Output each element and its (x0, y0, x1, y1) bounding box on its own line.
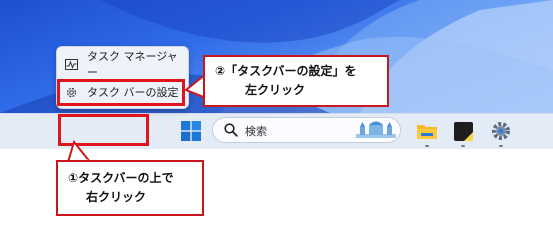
search-highlight-icon (356, 121, 396, 138)
task-manager-icon (65, 58, 78, 71)
search-icon (224, 123, 238, 137)
windows-logo-icon (181, 121, 201, 141)
menu-item-task-manager[interactable]: タスク マネージャー (65, 50, 188, 79)
callout-text: ①タスクバーの上で (68, 171, 174, 185)
callout-step1: ①タスクバーの上で 右クリック (56, 160, 204, 216)
settings-button[interactable] (488, 118, 514, 144)
menu-item-label: タスク マネージャー (87, 50, 178, 79)
search-placeholder: 検索 (245, 125, 267, 138)
callout-pointer (66, 140, 92, 162)
callout-text: ②「タスクバーの設定」を (215, 64, 357, 78)
folder-icon (417, 125, 437, 139)
callout-text: 右クリック (86, 190, 147, 204)
running-indicator (461, 145, 465, 147)
file-explorer-button[interactable] (414, 118, 440, 144)
running-indicator (499, 145, 503, 147)
running-indicator (425, 145, 429, 147)
settings-highlight-box (57, 79, 185, 106)
sticky-notes-icon (453, 121, 473, 141)
search-box[interactable]: 検索 (212, 117, 401, 143)
sticky-notes-button[interactable] (451, 118, 475, 144)
start-button[interactable] (180, 118, 202, 144)
callout-text: 左クリック (245, 83, 306, 97)
settings-gear-icon (492, 122, 510, 140)
callout-step2: ②「タスクバーの設定」を 左クリック (203, 55, 389, 107)
